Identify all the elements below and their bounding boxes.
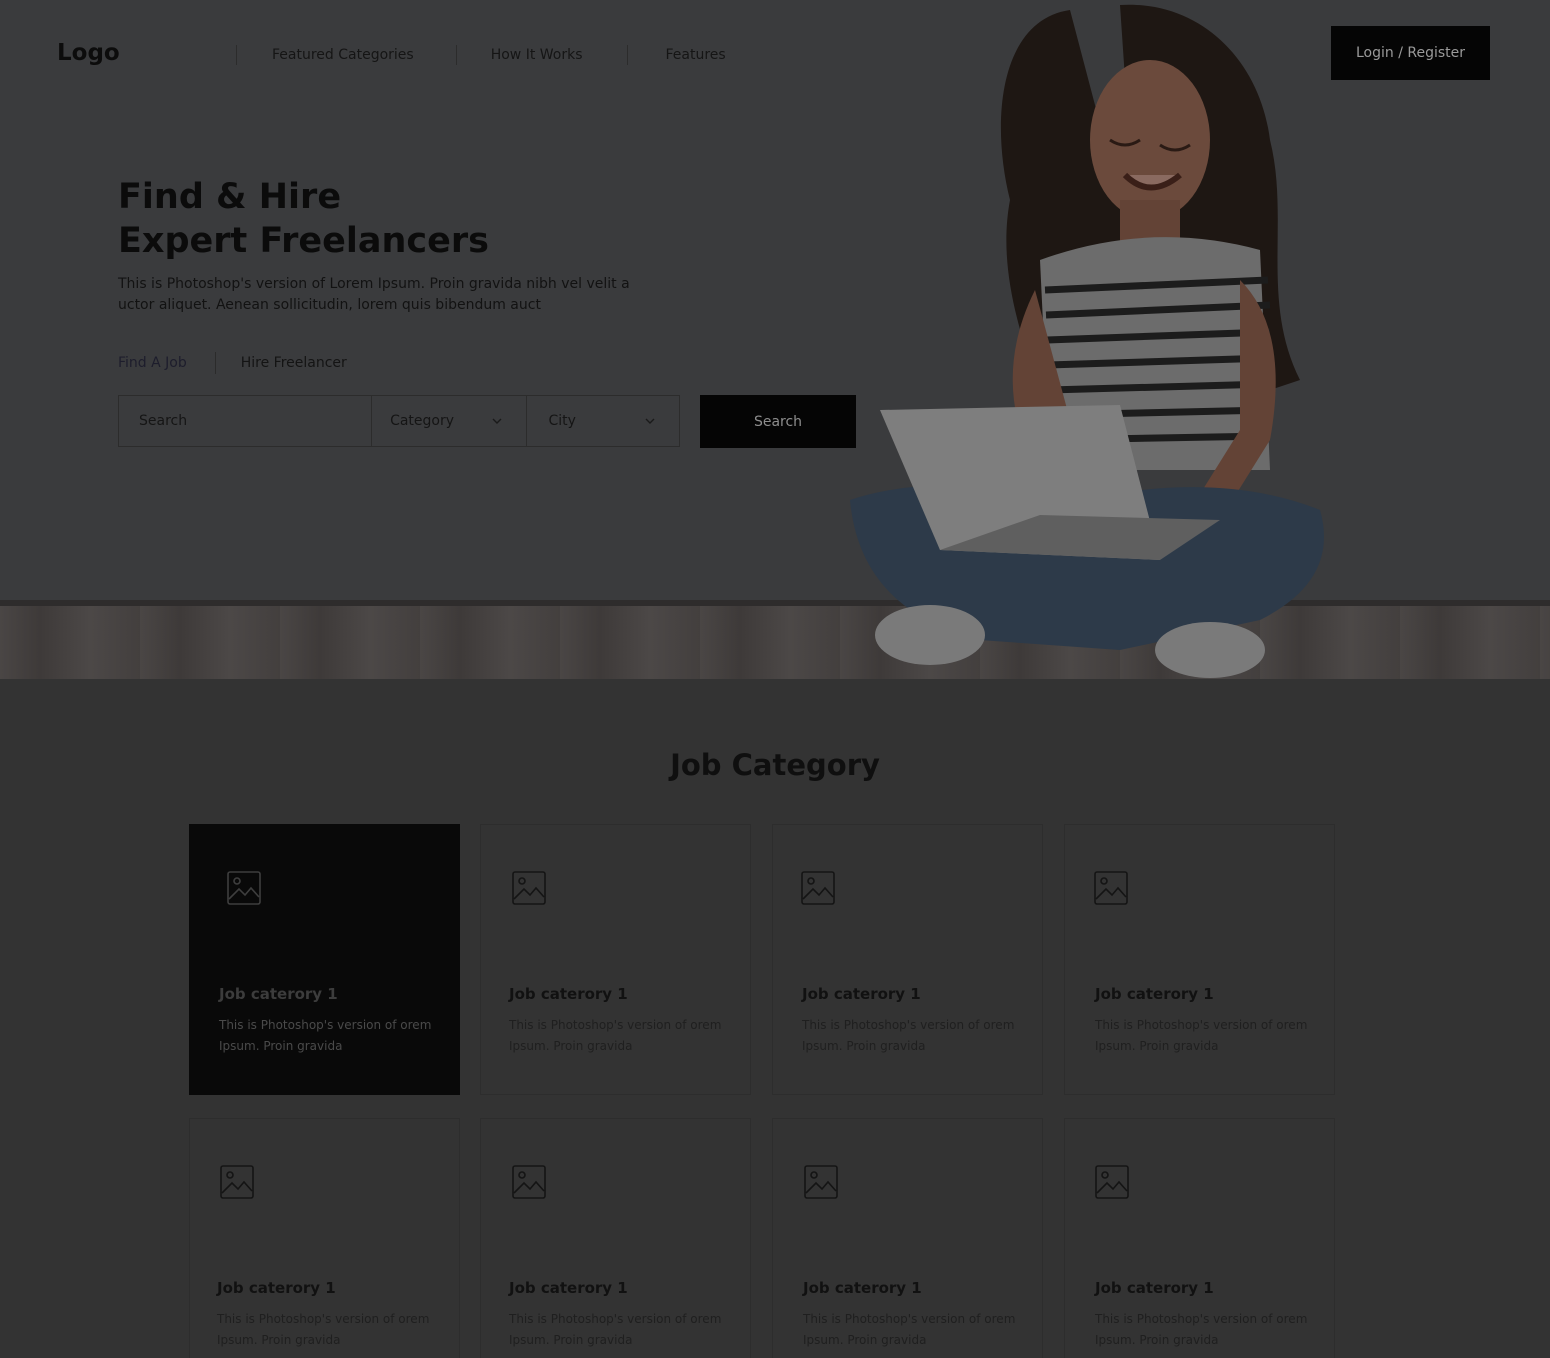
search-input[interactable]: Search — [119, 396, 373, 446]
category-card[interactable]: Job caterory 1 This is Photoshop's versio… — [772, 824, 1043, 1095]
category-card[interactable]: Job caterory 1 This is Photoshop's versio… — [189, 824, 460, 1095]
nav-featured-categories[interactable]: Featured Categories — [272, 47, 414, 63]
category-card[interactable]: Job caterory 1 This is Photoshop's versio… — [480, 824, 751, 1095]
hero-photo — [850, 4, 1324, 678]
hero-section: Logo Featured Categories How It Works Fe… — [0, 0, 1550, 679]
chevron-down-icon — [492, 418, 502, 424]
category-card[interactable]: Job caterory 1 This is Photoshop's versio… — [1064, 1118, 1335, 1358]
chevron-down-icon — [645, 418, 655, 424]
city-select-label: City — [548, 413, 576, 429]
main-nav: Featured Categories How It Works Feature… — [236, 45, 726, 65]
category-title: Job caterory 1 — [509, 985, 628, 1003]
image-icon — [227, 871, 261, 905]
image-icon — [1094, 871, 1128, 905]
image-icon — [512, 871, 546, 905]
category-select[interactable]: Category — [372, 396, 527, 446]
nav-separator — [236, 45, 237, 65]
nav-features[interactable]: Features — [666, 47, 726, 63]
category-title: Job caterory 1 — [1095, 985, 1214, 1003]
section-title: Job Category — [670, 748, 880, 782]
search-bar: Search Category City — [118, 395, 680, 447]
category-description: This is Photoshop's version of orem Ipsu… — [1095, 1312, 1308, 1347]
image-icon — [801, 871, 835, 905]
category-title: Job caterory 1 — [802, 985, 921, 1003]
city-select[interactable]: City — [527, 396, 679, 446]
hero-title-line1: Find & Hire — [118, 177, 342, 217]
category-card[interactable]: Job caterory 1 This is Photoshop's versio… — [189, 1118, 460, 1358]
category-title: Job caterory 1 — [509, 1279, 628, 1297]
nav-separator — [455, 45, 457, 65]
nav-how-it-works[interactable]: How It Works — [491, 47, 583, 63]
category-title: Job caterory 1 — [1095, 1279, 1214, 1297]
logo[interactable]: Logo — [57, 40, 120, 66]
image-icon — [512, 1165, 546, 1199]
nav-separator — [626, 45, 628, 65]
image-icon — [1095, 1165, 1129, 1199]
category-card[interactable]: Job caterory 1 This is Photoshop's versio… — [772, 1118, 1043, 1358]
tab-separator — [214, 352, 216, 374]
tab-find-a-job[interactable]: Find A Job — [118, 355, 187, 371]
category-select-label: Category — [390, 413, 455, 429]
hero-description: This is Photoshop's version of Lorem Ips… — [118, 276, 630, 313]
category-title: Job caterory 1 — [219, 985, 338, 1003]
image-icon — [804, 1165, 838, 1199]
category-description: This is Photoshop's version of orem Ipsu… — [217, 1312, 430, 1347]
category-card[interactable]: Job caterory 1 This is Photoshop's versio… — [480, 1118, 751, 1358]
search-tabs: Find A Job Hire Freelancer — [118, 352, 347, 374]
category-description: This is Photoshop's version of orem Ipsu… — [219, 1018, 432, 1053]
category-description: This is Photoshop's version of orem Ipsu… — [509, 1312, 722, 1347]
login-register-button[interactable]: Login / Register — [1331, 26, 1490, 80]
category-description: This is Photoshop's version of orem Ipsu… — [509, 1018, 722, 1053]
category-description: This is Photoshop's version of orem Ipsu… — [802, 1018, 1015, 1053]
image-icon — [220, 1165, 254, 1199]
hero-title: Find & Hire Expert Freelancers — [118, 175, 598, 263]
category-description: This is Photoshop's version of orem Ipsu… — [803, 1312, 1016, 1347]
hero-title-line2: Expert Freelancers — [118, 221, 489, 261]
category-description: This is Photoshop's version of orem Ipsu… — [1095, 1018, 1308, 1053]
category-title: Job caterory 1 — [803, 1279, 922, 1297]
category-title: Job caterory 1 — [217, 1279, 336, 1297]
tab-hire-freelancer[interactable]: Hire Freelancer — [241, 355, 347, 371]
search-button[interactable]: Search — [700, 395, 856, 448]
category-card[interactable]: Job caterory 1 This is Photoshop's versio… — [1064, 824, 1335, 1095]
